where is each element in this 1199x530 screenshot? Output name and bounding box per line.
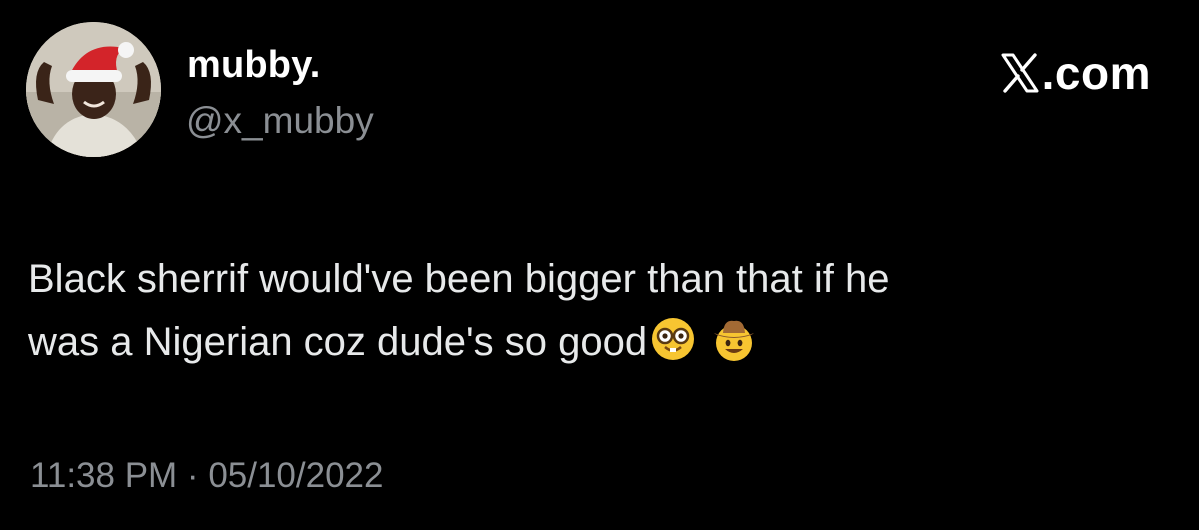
tweet-card: mubby. @x_mubby .com Black sherrif would…: [0, 0, 1199, 530]
brand-label: .com: [1041, 47, 1151, 99]
x-logo-icon: [1000, 52, 1040, 94]
tweet-text: Black sherrif would've been bigger than …: [28, 248, 1178, 374]
display-name[interactable]: mubby.: [187, 44, 321, 87]
profile-avatar[interactable]: [26, 22, 161, 157]
nerd-face-emoji-icon: [649, 315, 697, 363]
cowboy-hat-face-emoji-icon: [710, 315, 758, 363]
user-handle[interactable]: @x_mubby: [186, 100, 374, 142]
tweet-line-1: Black sherrif would've been bigger than …: [28, 257, 890, 301]
tweet-timestamp[interactable]: 11:38 PM · 05/10/2022: [30, 456, 384, 496]
brand-watermark: .com: [1000, 46, 1151, 100]
tweet-line-2: was a Nigerian coz dude's so good: [28, 320, 648, 364]
avatar-image: [26, 22, 161, 157]
